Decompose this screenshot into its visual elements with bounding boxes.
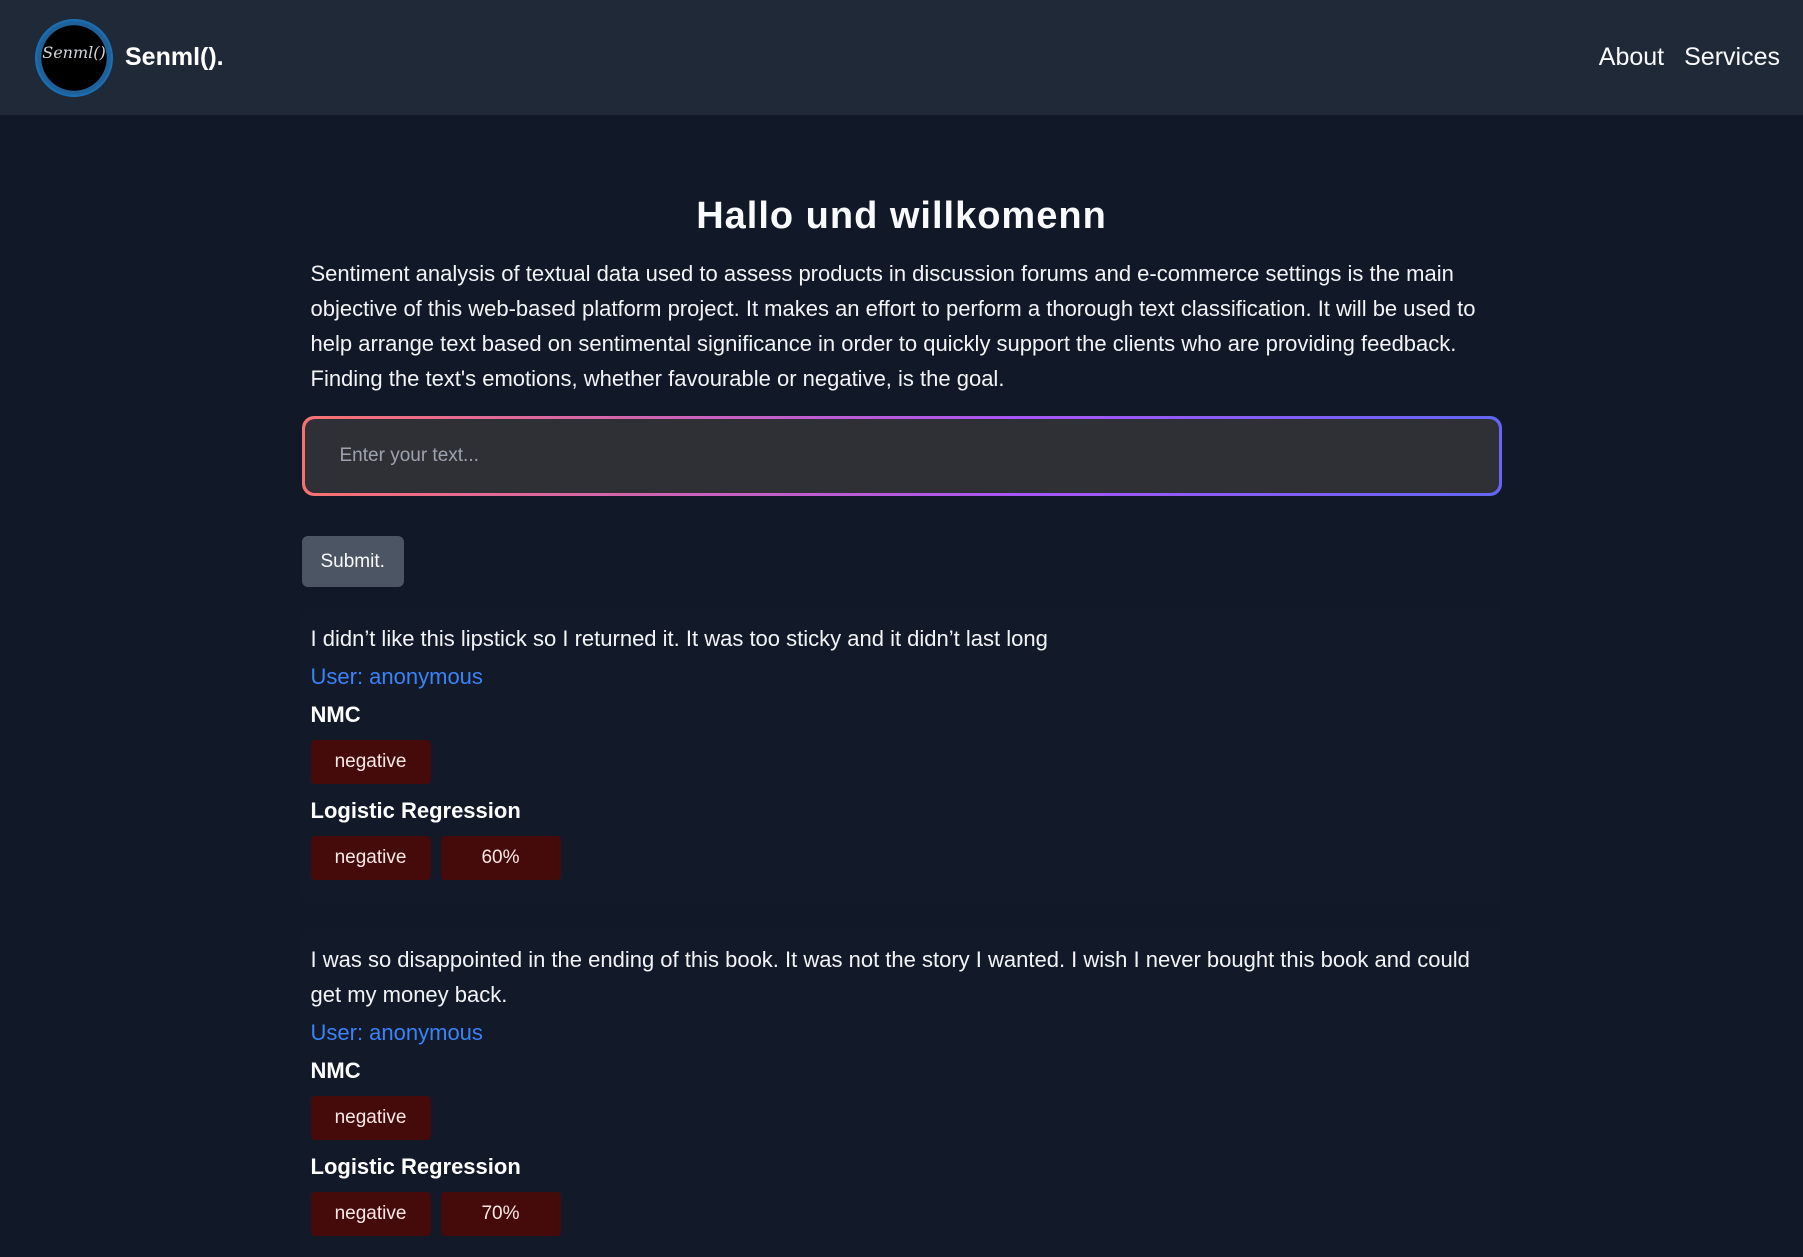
model-name-logistic-regression: Logistic Regression <box>310 798 521 823</box>
result-card: I didn’t like this lipstick so I returne… <box>301 607 1502 904</box>
logo-text: Senml() <box>42 43 106 62</box>
lr-badges: negative 60% <box>310 836 1493 880</box>
navbar: Senml() Senml(). About Services <box>0 0 1803 115</box>
main-content: Hallo und willkomenn Sentiment analysis … <box>301 115 1502 1257</box>
user-label[interactable]: User: anonymous <box>311 1020 1493 1046</box>
user-label[interactable]: User: anonymous <box>311 664 1493 690</box>
lr-badges: negative 70% <box>310 1192 1493 1236</box>
nav-link-about[interactable]: About <box>1599 43 1664 72</box>
confidence-badge: 70% <box>440 1192 561 1236</box>
intro-paragraph: Sentiment analysis of textual data used … <box>310 261 1476 391</box>
brand[interactable]: Senml() Senml(). <box>35 18 224 97</box>
confidence-badge: 60% <box>440 836 561 880</box>
logo[interactable]: Senml() <box>35 18 113 97</box>
results-list: I didn’t like this lipstick so I returne… <box>301 607 1502 1257</box>
sentiment-badge: negative <box>310 1192 431 1236</box>
model-name-nmc: NMC <box>310 1058 361 1083</box>
page-title: Hallo und willkomenn <box>696 195 1107 237</box>
nav-link-services[interactable]: Services <box>1684 43 1780 72</box>
model-name-nmc: NMC <box>310 702 361 727</box>
nmc-badges: negative <box>310 1096 1493 1140</box>
text-input[interactable] <box>304 419 1499 493</box>
submit-button[interactable]: Submit. <box>301 536 404 587</box>
sentiment-badge: negative <box>310 740 431 784</box>
text-input-border <box>301 416 1502 496</box>
sentiment-badge: negative <box>310 836 431 880</box>
model-name-logistic-regression: Logistic Regression <box>310 1154 521 1179</box>
review-text: I didn’t like this lipstick so I returne… <box>310 626 1048 651</box>
nav-links: About Services <box>1599 43 1780 72</box>
nmc-badges: negative <box>310 740 1493 784</box>
brand-name[interactable]: Senml(). <box>125 43 224 72</box>
result-card: I was so disappointed in the ending of t… <box>301 928 1502 1257</box>
sentiment-badge: negative <box>310 1096 431 1140</box>
review-text: I was so disappointed in the ending of t… <box>310 947 1470 1007</box>
